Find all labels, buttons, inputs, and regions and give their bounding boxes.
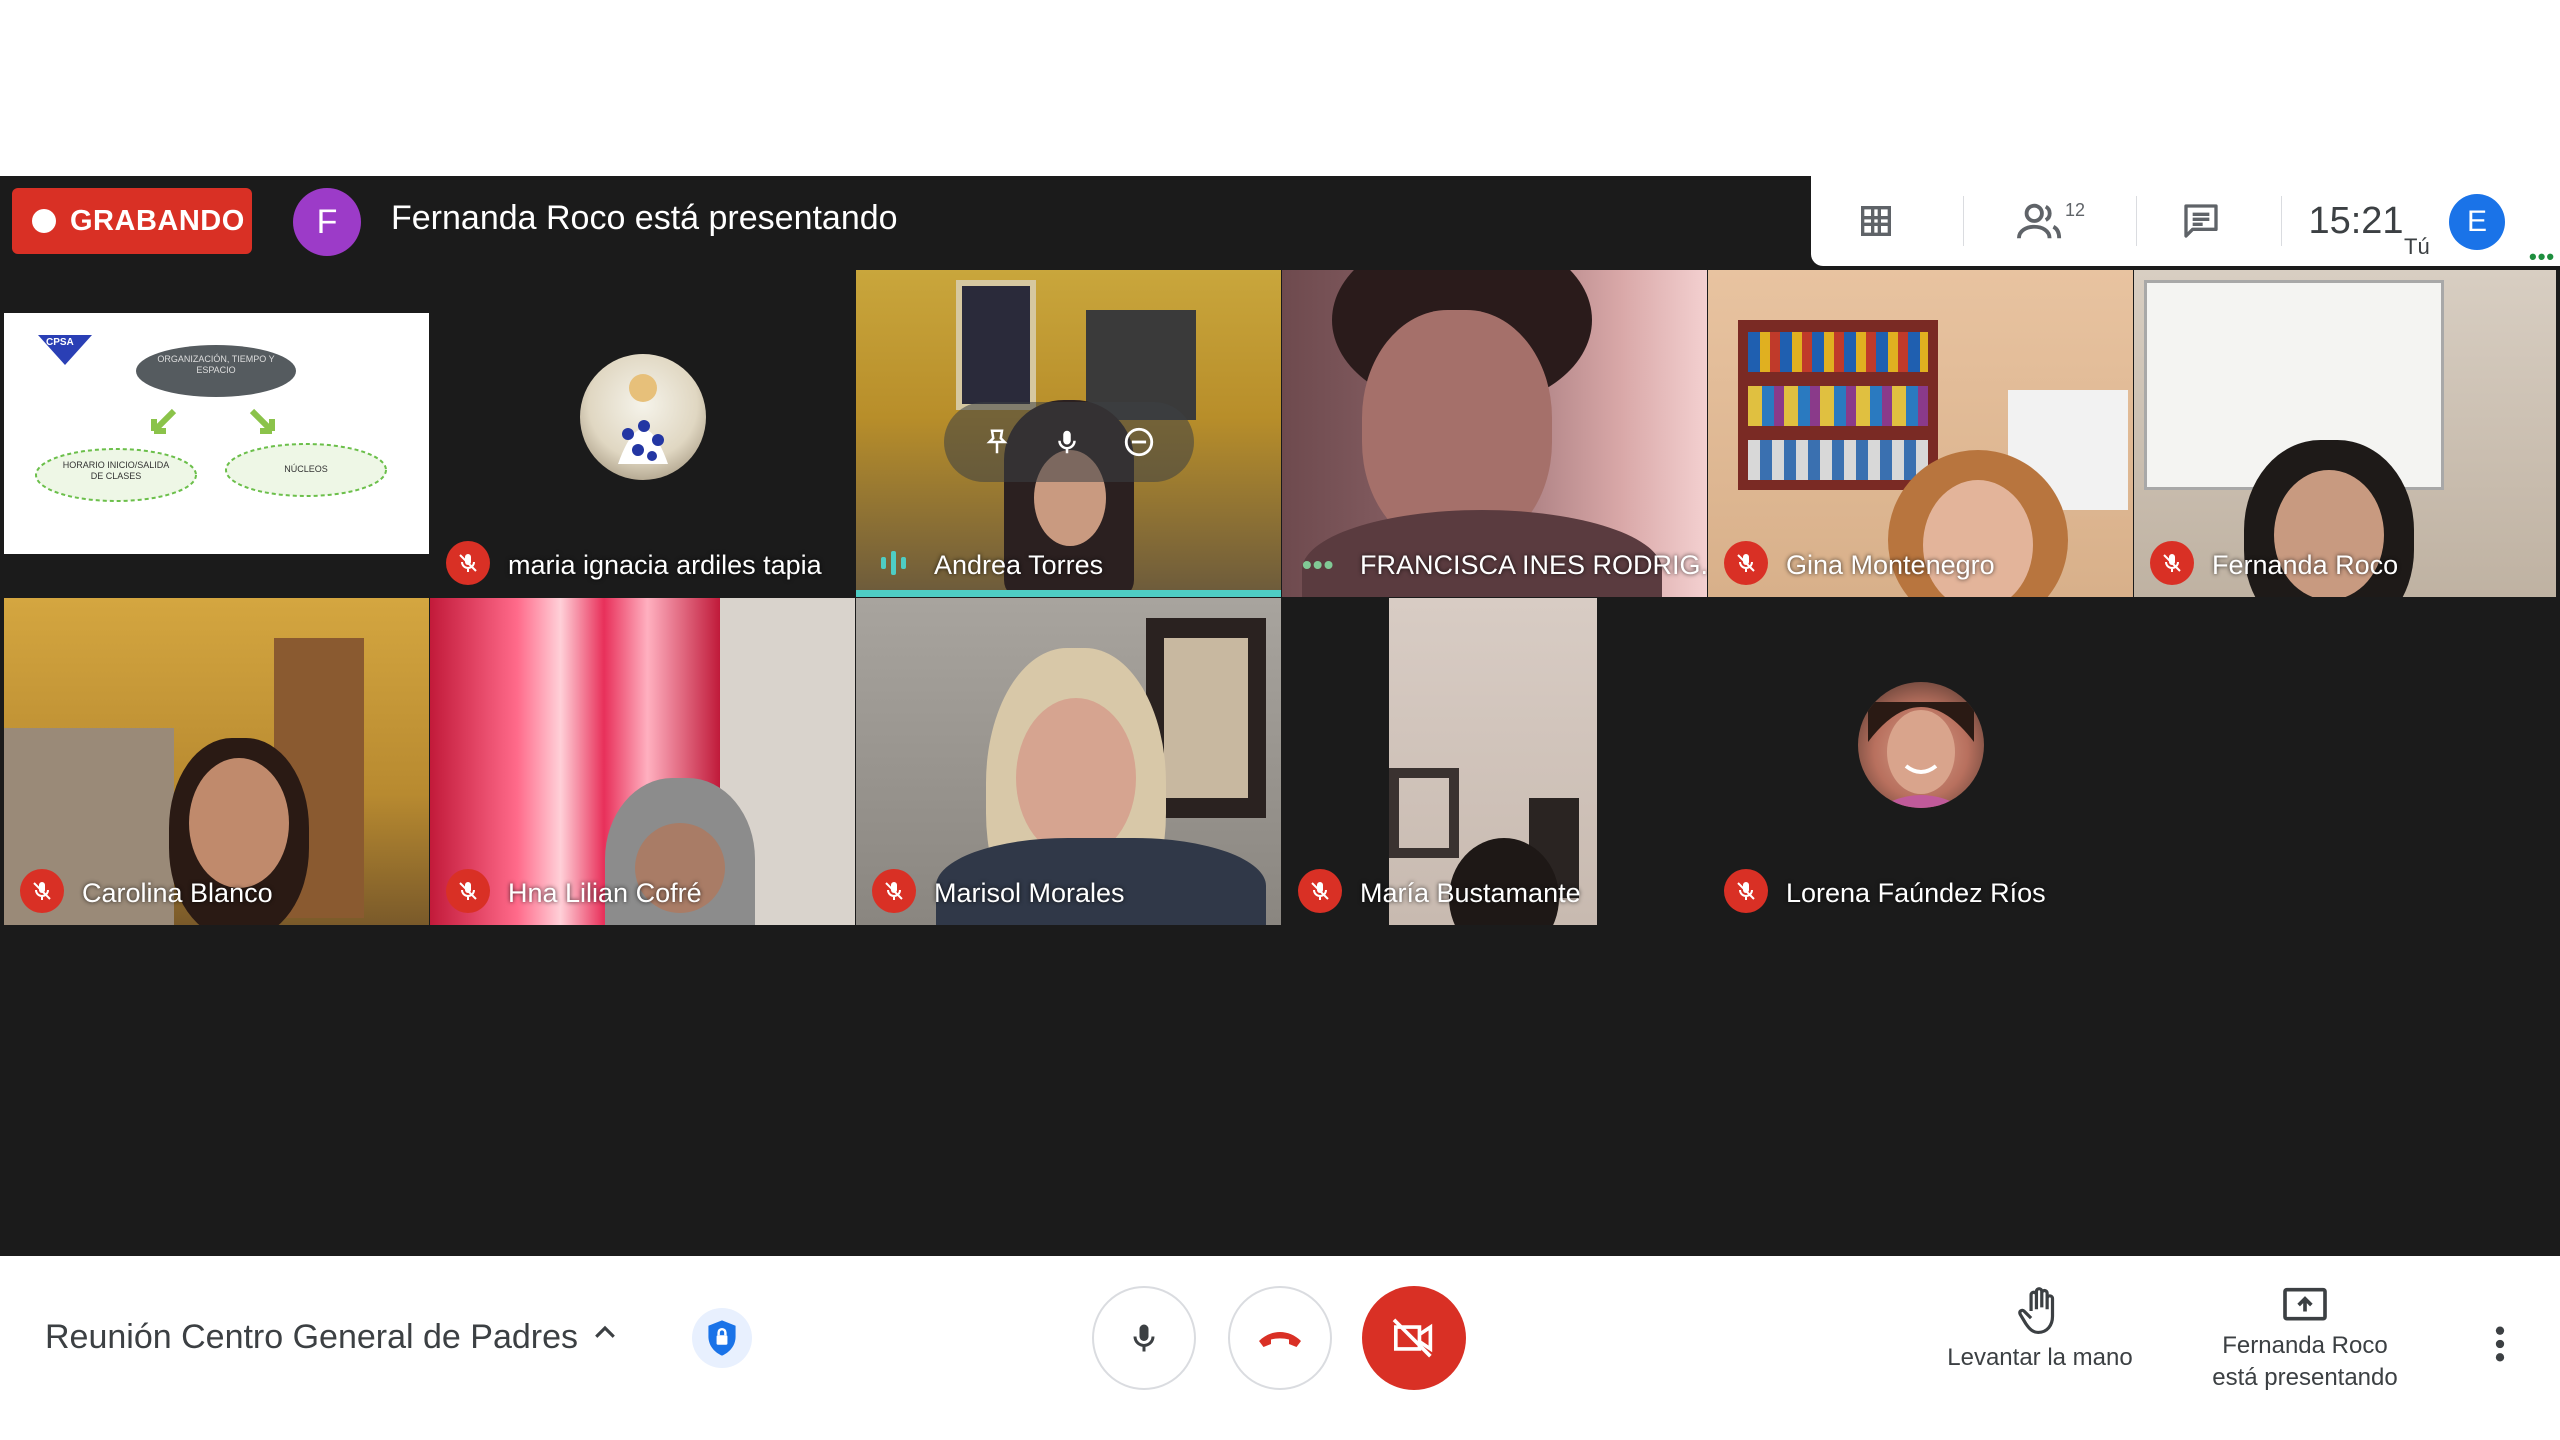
camera-off-button[interactable] [1362,1286,1466,1390]
mic-off-icon [872,869,916,913]
presentation-tile[interactable]: CPSA ORGANIZACIÓN, TIEMPO Y ESPACIO HORA… [4,313,429,640]
meeting-title[interactable]: Reunión Centro General de Padres [45,1318,578,1357]
participant-tile[interactable]: maria ignacia ardiles tapia [430,270,855,597]
recording-badge: GRABANDO [12,188,252,254]
person-face [1016,698,1136,858]
mic-icon [1133,1324,1155,1352]
pin-icon[interactable] [982,427,1012,457]
meeting-stage: GRABANDO F Fernanda Roco está presentand… [0,176,2560,1256]
toolbar-divider [2136,196,2137,246]
bookshelf [1738,320,1938,490]
raise-hand-label: Levantar la mano [1947,1344,2133,1371]
chevron-up-icon[interactable] [588,1316,622,1350]
layout-grid-button[interactable] [1831,176,1921,266]
people-button[interactable]: 12 [1996,176,2106,266]
participant-name: Marisol Morales [934,878,1125,908]
participant-tile[interactable]: Hna Lilian Cofré [430,598,855,925]
participant-name: Andrea Torres [934,550,1104,580]
wall-frame [1389,768,1459,858]
participant-name: FRANCISCA INES RODRIG... [1360,550,1707,580]
participant-video [1389,598,1597,925]
avatar-photo-icon [1867,701,1974,808]
self-speaking-dots-icon: ••• [2529,244,2556,269]
presentation-slide: CPSA ORGANIZACIÓN, TIEMPO Y ESPACIO HORA… [4,313,429,554]
toolbar-divider [1963,196,1964,246]
slide-left-node: HORARIO INICIO/SALIDA DE CLASES [62,460,170,481]
present-screen-icon [2283,1287,2327,1321]
participant-avatar [579,353,706,480]
mic-off-icon [1724,869,1768,913]
participant-name: maria ignacia ardiles tapia [508,550,822,580]
avatar-figure-icon [617,373,668,464]
people-count: 12 [2064,199,2086,220]
mic-off-icon [2150,541,2194,585]
shield-lock-icon [708,1320,736,1356]
participant-tile[interactable]: Gina Montenegro [1708,270,2133,597]
presenting-label: Fernanda Roco está presentando [2212,1332,2398,1391]
leave-call-button[interactable] [1228,1286,1332,1390]
participant-name: María Bustamante [1360,878,1581,908]
participant-name: Fernanda Roco [2212,550,2399,580]
chat-button[interactable] [2156,176,2246,266]
slide-right-node: NÚCLEOS [284,464,328,474]
participant-tile[interactable]: Fernanda Roco [2134,270,2556,597]
more-dots-icon: ••• [1302,549,1335,580]
participant-tile[interactable]: Andrea Torres [856,270,1281,597]
slide-diagram [35,335,387,502]
participant-tile[interactable]: Marisol Morales [856,598,1281,925]
participant-tile[interactable]: Lorena Faúndez Ríos [1708,598,2133,925]
mic-off-icon [446,869,490,913]
wall-picture [956,280,1036,410]
tile-hover-controls [944,402,1194,482]
recording-label: GRABANDO [70,204,245,237]
presenter-avatar: F [293,188,361,256]
hang-up-icon [1259,1332,1301,1347]
you-label: Tú [2404,234,2430,259]
person-face [189,758,289,888]
participant-tile[interactable]: Carolina Blanco [4,598,429,925]
mic-off-icon [20,869,64,913]
participant-name: Lorena Faúndez Ríos [1786,878,2046,908]
people-icon [2016,203,2062,239]
participant-name: Hna Lilian Cofré [508,878,702,908]
video-off-icon [1392,1318,1433,1358]
participant-tile[interactable]: María Bustamante [1282,598,1707,925]
participant-name: Carolina Blanco [82,878,273,908]
microphone-button[interactable] [1092,1286,1196,1390]
top-toolbar: 12 15:21 Tú E ••• [1811,176,2560,269]
meeting-safety-button[interactable] [692,1308,752,1368]
slide-center-node: ORGANIZACIÓN, TIEMPO Y ESPACIO [157,354,275,375]
mic-off-icon [1724,541,1768,585]
participant-avatar [1857,681,1984,808]
top-blank-area [0,0,2560,176]
mic-off-icon [446,541,490,585]
self-avatar[interactable]: E [2449,194,2505,250]
mic-icon[interactable] [1052,427,1082,457]
presenting-status-text: Fernanda Roco está presentando [391,199,898,237]
participant-name: Gina Montenegro [1786,550,1995,580]
slide-logo: CPSA [46,337,74,348]
record-dot-icon [32,209,56,233]
more-options-button[interactable] [2480,1316,2520,1372]
raise-hand-button[interactable]: Levantar la mano [1920,1286,2160,1374]
more-vert-icon [2495,1326,2505,1362]
participant-tile[interactable]: ••• FRANCISCA INES RODRIG... [1282,270,1707,597]
bottom-control-bar: Reunión Centro General de Padres Levanta… [0,1256,2560,1440]
presenting-button[interactable]: Fernanda Roco está presentando [2180,1286,2430,1394]
chat-icon [2184,204,2218,238]
mic-off-icon [1298,869,1342,913]
grid-icon [1861,206,1891,236]
remove-icon[interactable] [1122,425,1156,459]
hand-icon [2018,1287,2055,1335]
speaking-icon [876,545,912,581]
active-speaker-bar [856,590,1281,597]
